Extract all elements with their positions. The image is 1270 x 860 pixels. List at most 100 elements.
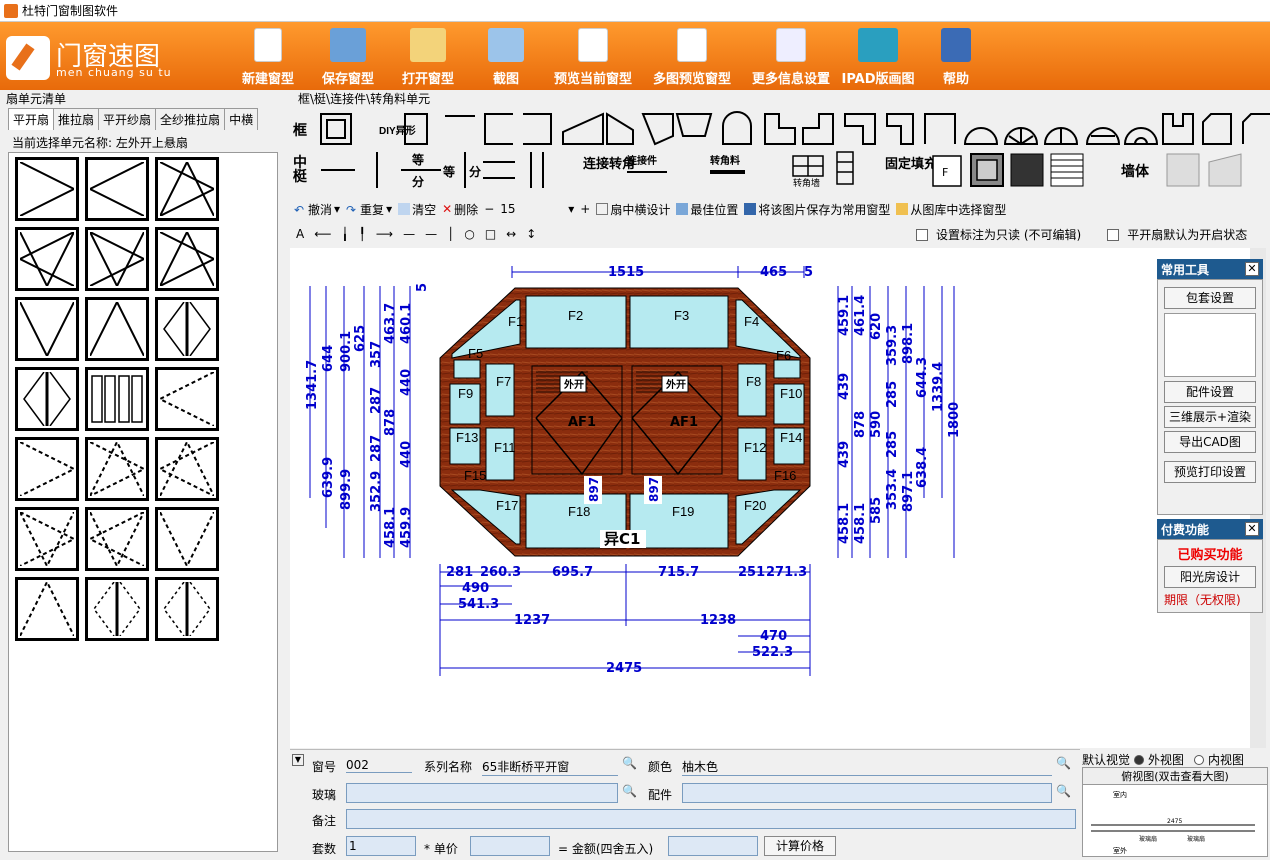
- svg-text:AF1[interactable]: AF1: [670, 415, 698, 430]
- chevron-down-icon[interactable]: ▾: [386, 202, 392, 216]
- wall-label[interactable]: 墙体: [1121, 163, 1150, 180]
- sash-shape-item[interactable]: [155, 367, 219, 431]
- dim-label[interactable]: 490: [462, 581, 489, 596]
- search-icon[interactable]: 🔍: [622, 756, 637, 770]
- remark-input[interactable]: [346, 809, 1076, 829]
- dim-label[interactable]: 5: [804, 265, 813, 280]
- dim-label[interactable]: 695.7: [552, 565, 593, 580]
- sunroom-design-button[interactable]: 阳光房设计: [1164, 566, 1256, 588]
- line-icon[interactable]: —: [425, 227, 437, 241]
- more-settings-button[interactable]: 更多信息设置: [748, 26, 834, 88]
- v-double-arrow-icon[interactable]: ↕: [526, 227, 536, 241]
- dim-label[interactable]: 359.3: [885, 325, 900, 366]
- dim-label[interactable]: 353.4: [885, 469, 900, 510]
- dim-label[interactable]: 878: [383, 409, 398, 436]
- dim-label[interactable]: 285: [885, 381, 900, 408]
- connector-label[interactable]: 连接件: [627, 154, 657, 167]
- dim-label[interactable]: 470: [760, 629, 787, 644]
- arrow-down-icon[interactable]: ╽: [341, 227, 348, 241]
- sash-shape-item[interactable]: [15, 577, 79, 641]
- dim-label[interactable]: 459.9: [399, 507, 414, 548]
- render-3d-button[interactable]: 三维展示+渲染: [1164, 406, 1256, 428]
- fitting-settings-button[interactable]: 配件设置: [1164, 381, 1256, 403]
- dim-label[interactable]: 625: [353, 325, 368, 352]
- dim-label[interactable]: 458.1: [837, 503, 852, 544]
- font-size-plus[interactable]: +: [580, 202, 590, 216]
- font-size-select[interactable]: 15 ▾: [500, 202, 574, 216]
- inner-view-radio[interactable]: [1194, 754, 1205, 765]
- sash-shape-item[interactable]: [15, 507, 79, 571]
- h-double-arrow-icon[interactable]: ↔: [506, 227, 516, 241]
- dim-label[interactable]: 715.7: [658, 565, 699, 580]
- arrow-up-icon[interactable]: ╿: [359, 227, 366, 241]
- clear-button[interactable]: 清空: [398, 201, 436, 218]
- dim-label[interactable]: 900.1: [339, 331, 354, 372]
- pane-label[interactable]: F5: [468, 346, 483, 361]
- pane-label[interactable]: F15: [464, 468, 486, 483]
- sash-shape-item[interactable]: [15, 297, 79, 361]
- sash-shape-item[interactable]: [85, 507, 149, 571]
- pane-label[interactable]: F11: [494, 440, 515, 455]
- color-field[interactable]: 柚木色: [682, 758, 1052, 776]
- dim-label[interactable]: 644: [321, 345, 336, 372]
- dim-label[interactable]: 898.1: [901, 323, 916, 364]
- line-arrow-icon[interactable]: —: [403, 227, 415, 241]
- sash-shape-item[interactable]: [85, 577, 149, 641]
- dim-label[interactable]: 461.4: [853, 295, 868, 336]
- close-icon[interactable]: ✕: [1245, 522, 1259, 536]
- open-default-checkbox[interactable]: [1107, 228, 1120, 241]
- unit-price-input[interactable]: [470, 836, 550, 856]
- dim-label[interactable]: 439: [837, 373, 852, 400]
- vertical-line-icon[interactable]: │: [447, 227, 454, 241]
- dim-label[interactable]: 357: [369, 341, 384, 368]
- sash-shape-item[interactable]: [155, 577, 219, 641]
- drawing-canvas[interactable]: F1 F2 F3 F4 F5 F6 F7 F8 F9 F10 F11 F12 F…: [290, 248, 1250, 748]
- dim-label[interactable]: 541.3: [458, 597, 499, 612]
- pane-label[interactable]: F6: [776, 348, 791, 363]
- pane-label[interactable]: F2: [568, 308, 583, 323]
- dim-label[interactable]: 620: [869, 313, 884, 340]
- dim-label[interactable]: 458.1: [853, 503, 868, 544]
- pane-label[interactable]: F16: [774, 468, 796, 483]
- text-tool-icon[interactable]: A: [296, 227, 304, 241]
- mid-design-button[interactable]: 扇中横设计: [596, 201, 670, 218]
- circle-icon[interactable]: ○: [464, 227, 474, 241]
- close-icon[interactable]: ✕: [1245, 262, 1259, 276]
- pane-label[interactable]: F17: [496, 498, 518, 513]
- pane-label[interactable]: F8: [746, 374, 761, 389]
- calculate-price-button[interactable]: 计算价格: [764, 836, 836, 856]
- rect-icon[interactable]: □: [485, 227, 496, 241]
- save-common-button[interactable]: 将该图片保存为常用窗型: [744, 201, 890, 218]
- multi-preview-button[interactable]: 多图预览窗型: [646, 26, 738, 88]
- chevron-down-icon[interactable]: ▾: [568, 202, 574, 216]
- from-library-button[interactable]: 从图库中选择窗型: [896, 201, 1006, 218]
- dim-label[interactable]: 638.4: [915, 447, 930, 488]
- fixed-fill-label[interactable]: 固定填充: [885, 156, 937, 172]
- dim-label[interactable]: 260.3: [480, 565, 521, 580]
- dim-label[interactable]: 440: [399, 441, 414, 468]
- new-window-button[interactable]: 新建窗型: [236, 26, 300, 88]
- delete-button[interactable]: ✕ 删除: [442, 201, 478, 218]
- amount-input[interactable]: [668, 836, 758, 856]
- dim-label[interactable]: 5: [415, 283, 430, 292]
- print-preview-settings-button[interactable]: 预览打印设置: [1164, 461, 1256, 483]
- dim-label[interactable]: 460.1: [399, 303, 414, 344]
- open-window-button[interactable]: 打开窗型: [396, 26, 460, 88]
- dim-label[interactable]: 897.1: [901, 471, 916, 512]
- tab-sliding[interactable]: 推拉扇: [53, 108, 100, 130]
- dim-label[interactable]: 440: [399, 369, 414, 396]
- chevron-down-icon[interactable]: ▾: [334, 202, 340, 216]
- series-field[interactable]: 65非断桥平开窗: [482, 758, 618, 776]
- dim-label[interactable]: 1339.4: [931, 362, 946, 412]
- dim-label[interactable]: 522.3: [752, 645, 793, 660]
- pane-label[interactable]: F4: [744, 314, 759, 329]
- sash-shape-item[interactable]: [15, 437, 79, 501]
- help-button[interactable]: 帮助: [928, 26, 984, 88]
- dim-label[interactable]: 1341.7: [305, 360, 320, 410]
- sash-shape-item[interactable]: [155, 227, 219, 291]
- font-size-minus[interactable]: −: [484, 202, 494, 216]
- sash-shape-item[interactable]: [15, 157, 79, 221]
- dim-label[interactable]: 285: [885, 431, 900, 458]
- sash-shape-item[interactable]: [85, 297, 149, 361]
- dim-label[interactable]: 1238: [700, 613, 736, 628]
